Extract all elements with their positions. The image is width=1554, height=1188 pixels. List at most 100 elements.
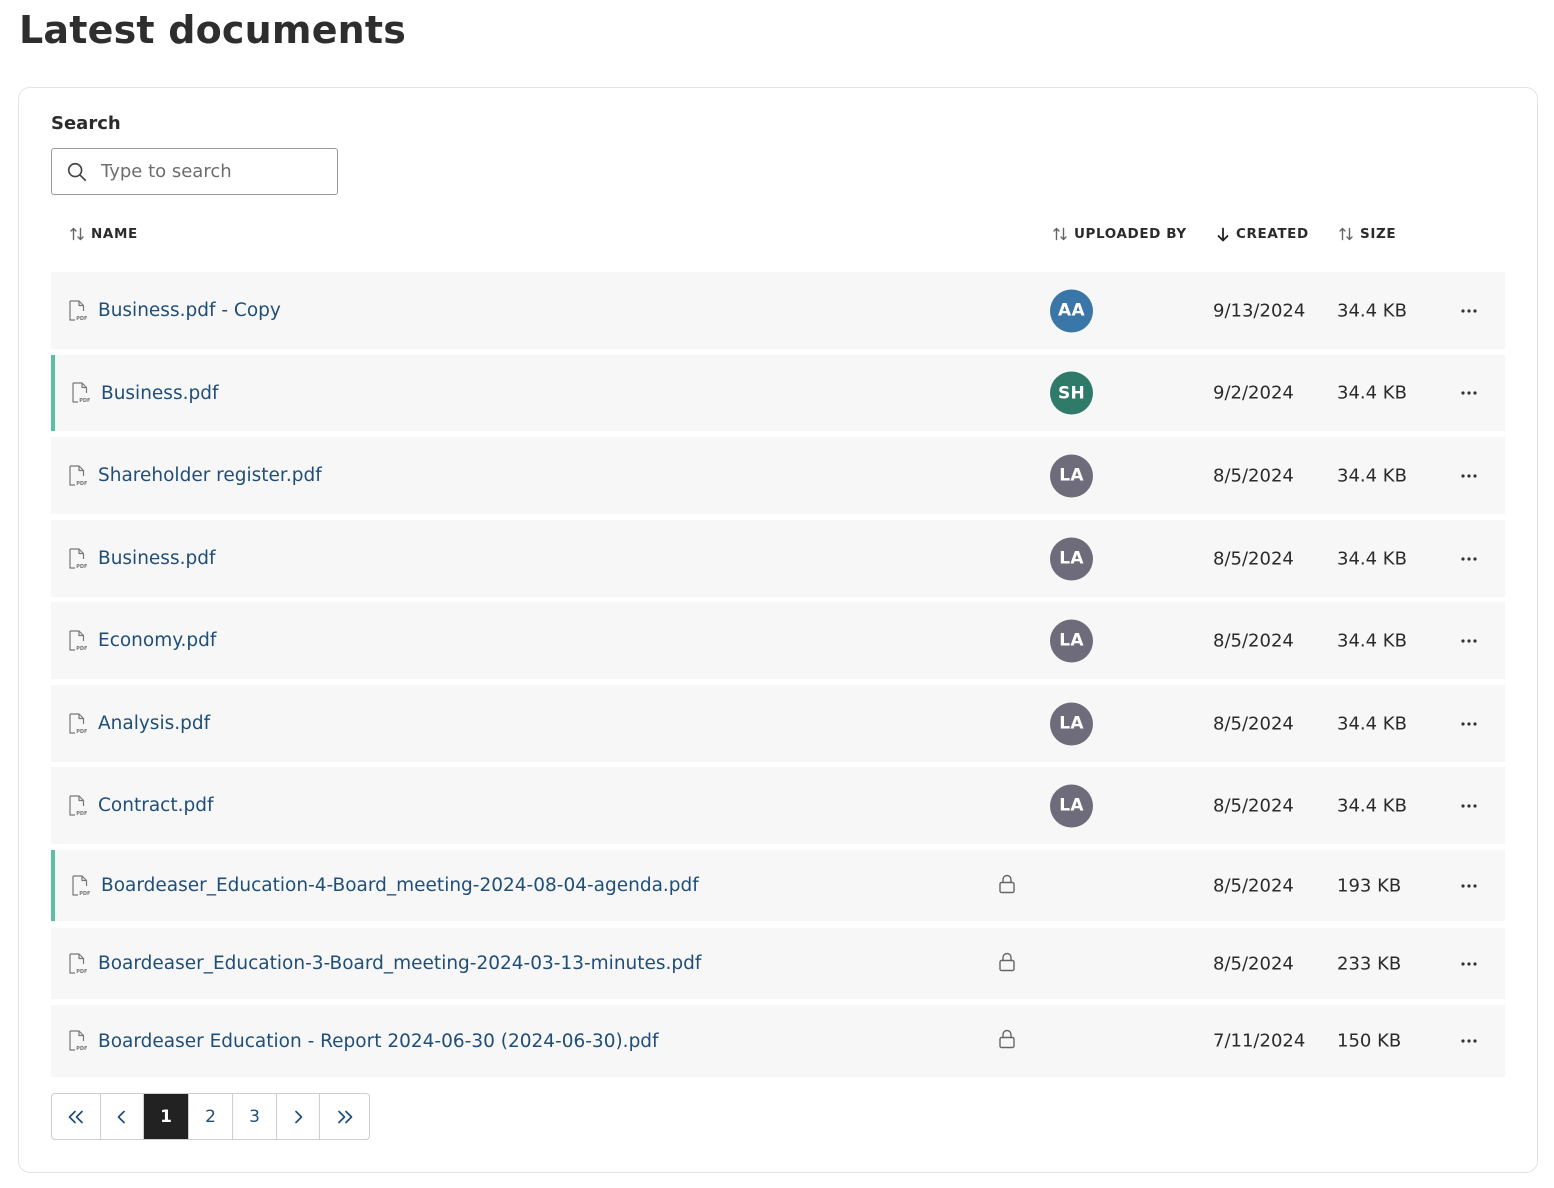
- sort-icon: [1053, 227, 1067, 241]
- row-actions-button[interactable]: [1458, 300, 1480, 322]
- search-icon: [67, 162, 87, 181]
- row-actions-button[interactable]: [1458, 548, 1480, 570]
- pdf-file-icon: PDF: [69, 712, 87, 735]
- more-options-icon: [1461, 638, 1477, 643]
- pdf-file-icon: PDF: [69, 299, 87, 322]
- column-header-name[interactable]: NAME: [69, 226, 138, 242]
- created-date: 8/5/2024: [1213, 713, 1294, 734]
- row-actions-button[interactable]: [1458, 713, 1480, 735]
- file-name-link[interactable]: Boardeaser_Education-3-Board_meeting-202…: [98, 953, 701, 974]
- search-label: Search: [51, 113, 121, 134]
- file-cell: PDF Economy.pdf: [67, 629, 216, 652]
- file-size: 34.4 KB: [1337, 300, 1407, 321]
- last-page-button[interactable]: [320, 1094, 369, 1139]
- lock-indicator: [998, 1029, 1016, 1053]
- column-header-uploaded-by-label: UPLOADED BY: [1074, 226, 1187, 242]
- avatar: AA: [1050, 289, 1093, 332]
- next-page-button[interactable]: [277, 1094, 320, 1139]
- created-date: 8/5/2024: [1213, 875, 1294, 896]
- pdf-file-icon: PDF: [69, 629, 87, 652]
- table-row[interactable]: PDF Shareholder register.pdf LA 8/5/2024 34.…: [51, 437, 1505, 514]
- search-input[interactable]: [101, 161, 331, 182]
- table-row[interactable]: PDF Business.pdf LA 8/5/2024 34.4 KB: [51, 520, 1505, 597]
- file-cell: PDF Business.pdf - Copy: [67, 299, 281, 322]
- row-actions-button[interactable]: [1458, 382, 1480, 404]
- page-button-1[interactable]: 1: [144, 1094, 189, 1139]
- svg-text:PDF: PDF: [79, 891, 90, 897]
- svg-text:PDF: PDF: [76, 1046, 87, 1052]
- search-box[interactable]: [51, 148, 338, 195]
- file-size: 34.4 KB: [1337, 795, 1407, 816]
- file-name-link[interactable]: Business.pdf: [101, 383, 218, 404]
- column-header-size-label: SIZE: [1360, 226, 1397, 242]
- file-name-link[interactable]: Boardeaser_Education-4-Board_meeting-202…: [101, 875, 699, 896]
- more-options-icon: [1461, 803, 1477, 808]
- file-name-link[interactable]: Boardeaser Education - Report 2024-06-30…: [98, 1031, 659, 1052]
- column-header-created[interactable]: CREATED: [1216, 226, 1309, 242]
- next-page-icon: [295, 1110, 303, 1123]
- file-cell: PDF Contract.pdf: [67, 794, 213, 817]
- svg-text:PDF: PDF: [76, 729, 87, 735]
- pdf-file-icon: PDF: [72, 874, 90, 897]
- pdf-file-icon: PDF: [69, 952, 87, 975]
- sort-icon: [70, 227, 84, 241]
- svg-text:PDF: PDF: [79, 398, 90, 404]
- uploader-cell: LA: [1050, 702, 1093, 745]
- file-size: 233 KB: [1337, 953, 1402, 974]
- avatar: SH: [1050, 371, 1093, 415]
- column-header-size[interactable]: SIZE: [1338, 226, 1396, 242]
- prev-page-button[interactable]: [101, 1094, 144, 1139]
- file-cell: PDF Boardeaser_Education-4-Board_meeting-…: [70, 874, 699, 897]
- page-button-2[interactable]: 2: [189, 1094, 233, 1139]
- avatar: LA: [1050, 537, 1093, 580]
- file-name-link[interactable]: Contract.pdf: [98, 795, 213, 816]
- more-options-icon: [1461, 883, 1477, 888]
- table-row[interactable]: PDF Boardeaser_Education-4-Board_meeting-…: [51, 850, 1505, 921]
- pdf-file-icon: PDF: [72, 382, 90, 404]
- column-header-uploaded-by[interactable]: UPLOADED BY: [1052, 226, 1187, 242]
- file-name-link[interactable]: Analysis.pdf: [98, 713, 210, 734]
- documents-card: Search NAME UPLOADED BY CREATED: [18, 87, 1538, 1173]
- page-button-3[interactable]: 3: [233, 1094, 277, 1139]
- table-row[interactable]: PDF Business.pdf SH 9/2/2024 34.4 KB: [51, 355, 1505, 431]
- created-date: 7/11/2024: [1213, 1030, 1306, 1052]
- more-options-icon: [1461, 1039, 1477, 1043]
- file-cell: PDF Business.pdf: [67, 547, 215, 570]
- file-size: 193 KB: [1337, 875, 1402, 896]
- file-size: 34.4 KB: [1337, 382, 1407, 404]
- lock-indicator: [998, 874, 1016, 898]
- row-actions-button[interactable]: [1458, 795, 1480, 817]
- row-actions-button[interactable]: [1458, 875, 1480, 897]
- file-name-link[interactable]: Business.pdf - Copy: [98, 300, 281, 321]
- pdf-file-icon: PDF: [69, 547, 87, 570]
- file-size: 34.4 KB: [1337, 465, 1407, 486]
- file-name-link[interactable]: Economy.pdf: [98, 630, 216, 651]
- table-row[interactable]: PDF Business.pdf - Copy AA 9/13/2024 34.4 KB: [51, 272, 1505, 349]
- more-options-icon: [1461, 391, 1477, 395]
- row-actions-button[interactable]: [1458, 465, 1480, 487]
- file-name-link[interactable]: Business.pdf: [98, 548, 215, 569]
- sort-icon: [1339, 227, 1353, 241]
- created-date: 8/5/2024: [1213, 465, 1294, 486]
- svg-text:PDF: PDF: [76, 316, 87, 322]
- last-page-icon: [337, 1110, 352, 1123]
- file-cell: PDF Boardeaser_Education-3-Board_meeting-…: [67, 952, 701, 975]
- table-row[interactable]: PDF Economy.pdf LA 8/5/2024 34.4 KB: [51, 602, 1505, 679]
- svg-text:PDF: PDF: [76, 646, 87, 652]
- created-date: 8/5/2024: [1213, 953, 1294, 974]
- table-row[interactable]: PDF Contract.pdf LA 8/5/2024 34.4 KB: [51, 767, 1505, 844]
- first-page-button[interactable]: [52, 1094, 101, 1139]
- created-date: 9/2/2024: [1213, 382, 1294, 404]
- row-actions-button[interactable]: [1458, 953, 1480, 975]
- table-row[interactable]: PDF Analysis.pdf LA 8/5/2024 34.4 KB: [51, 685, 1505, 762]
- file-name-link[interactable]: Shareholder register.pdf: [98, 465, 322, 486]
- file-size: 34.4 KB: [1337, 713, 1407, 734]
- row-actions-button[interactable]: [1458, 630, 1480, 652]
- table-row[interactable]: PDF Boardeaser_Education-3-Board_meeting-…: [51, 928, 1505, 999]
- row-actions-button[interactable]: [1458, 1030, 1480, 1052]
- table-row[interactable]: PDF Boardeaser Education - Report 2024-06…: [51, 1005, 1505, 1077]
- created-date: 8/5/2024: [1213, 795, 1294, 816]
- more-options-icon: [1461, 961, 1477, 966]
- prev-page-icon: [117, 1110, 125, 1123]
- uploader-cell: AA: [1050, 289, 1093, 332]
